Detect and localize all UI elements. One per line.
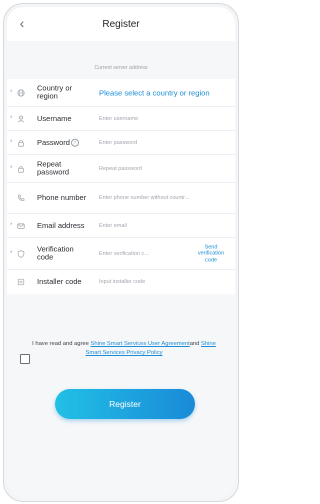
installer-row: Installer code Input installer code — [7, 270, 235, 294]
repeat-password-input[interactable]: Repeat password — [99, 166, 227, 172]
phone-row: Phone number Enter phone number without … — [7, 183, 235, 214]
repeat-password-label: Repeat password — [37, 159, 70, 177]
lock-icon — [16, 138, 26, 148]
required-marker: * — [10, 222, 13, 229]
chevron-left-icon[interactable]: ‹ — [13, 14, 31, 32]
required-marker: * — [10, 139, 13, 146]
agreement-checkbox[interactable] — [20, 354, 30, 364]
required-marker: * — [10, 250, 13, 257]
page-title: Register — [102, 18, 140, 30]
phone-input[interactable]: Enter phone number without countr... — [99, 195, 227, 201]
shield-icon — [16, 249, 26, 259]
password-label-text: Password — [37, 137, 70, 147]
repeat-password-row: * Repeat password Repeat password — [7, 155, 235, 183]
required-marker: * — [10, 89, 13, 96]
country-label: Country or region — [37, 83, 73, 101]
phone-icon — [16, 193, 26, 203]
user-agreement-link[interactable]: Shine Smart Services User Agreement — [90, 341, 189, 347]
phone-label: Phone number — [37, 192, 87, 202]
globe-icon — [16, 88, 26, 98]
password-input[interactable]: Enter password — [99, 140, 227, 146]
username-label: Username — [37, 113, 72, 123]
agreement-prefix: I have read and agree — [32, 341, 91, 347]
installer-label: Installer code — [37, 276, 82, 286]
email-row: * Email address Enter email — [7, 214, 235, 238]
username-input[interactable]: Enter username — [99, 116, 227, 122]
register-screen: ‹ Register Current server address * Coun… — [7, 7, 235, 498]
agreement-mid: and — [189, 341, 202, 347]
password-row: * Password? Enter password — [7, 131, 235, 155]
id-card-icon — [16, 277, 26, 287]
help-icon[interactable]: ? — [70, 138, 79, 147]
header: ‹ Register — [7, 7, 235, 41]
mail-icon — [16, 221, 26, 231]
agreement-text: I have read and agree Shine Smart Servic… — [31, 340, 217, 358]
register-button[interactable]: Register — [55, 389, 195, 419]
verification-label: Verification code — [37, 244, 74, 262]
verification-input[interactable]: Enter verification c... — [99, 251, 189, 257]
required-marker: * — [10, 165, 13, 172]
agreement: I have read and agree Shine Smart Servic… — [31, 340, 217, 358]
installer-input[interactable]: Input installer code — [99, 279, 227, 285]
phone-frame: ‹ Register Current server address * Coun… — [3, 3, 239, 502]
register-form: * Country or region Please select a coun… — [7, 79, 235, 294]
required-marker: * — [10, 115, 13, 122]
username-row: * Username Enter username — [7, 107, 235, 131]
password-label: Password? — [37, 138, 92, 147]
lock-icon — [16, 164, 26, 174]
email-input[interactable]: Enter email — [99, 223, 127, 229]
user-icon — [16, 114, 26, 124]
email-label: Email address — [37, 220, 85, 230]
server-address-note: Current server address — [94, 64, 148, 71]
country-row[interactable]: * Country or region Please select a coun… — [7, 79, 235, 107]
send-verification-code-button[interactable]: Send verification code — [193, 244, 229, 264]
country-select[interactable]: Please select a country or region — [99, 88, 227, 97]
verification-row: * Verification code Enter verification c… — [7, 238, 235, 270]
